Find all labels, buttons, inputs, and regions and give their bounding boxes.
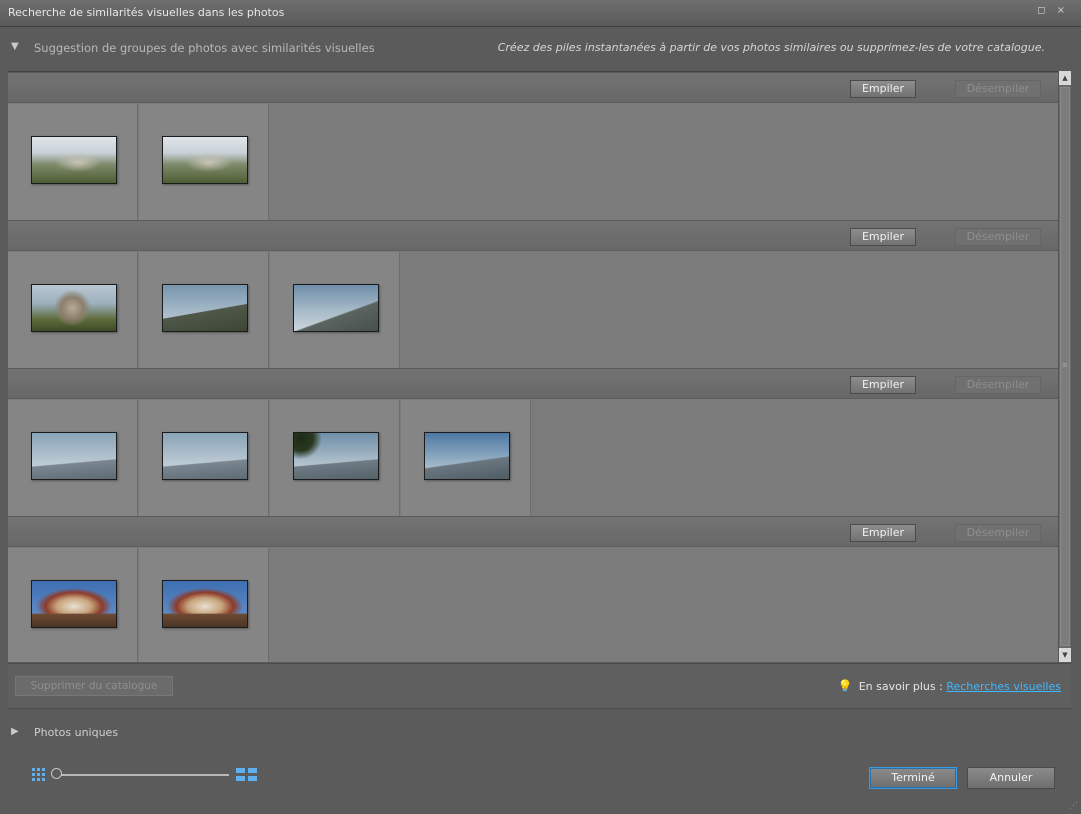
thumbnail-size-slider[interactable] [57,774,229,776]
suggestions-label: Suggestion de groupes de photos avec sim… [34,41,375,55]
lightbulb-icon: 💡 [837,679,853,693]
stack-button[interactable]: Empiler [850,228,916,246]
suggestions-footer: Supprimer du catalogue 💡 En savoir plus :… [8,663,1071,709]
group-toolbar: Empiler Désempiler [8,516,1058,547]
photo-thumbnail[interactable] [424,432,510,480]
learn-more: 💡 En savoir plus : Recherches visuelles [838,679,1061,693]
group-thumbnails [8,548,1058,662]
unique-photos-header[interactable]: ▶ Photos uniques [0,723,400,743]
thumbnail-cell[interactable] [270,400,400,516]
unstack-button[interactable]: Désempiler [955,376,1041,394]
resize-grip-icon[interactable]: ⋰ [1069,801,1078,811]
thumbnail-cell[interactable] [8,548,138,662]
photo-group: Empiler Désempiler [8,220,1058,368]
scroll-up-icon[interactable]: ▲ [1059,71,1071,85]
expand-triangle-icon[interactable]: ▶ [11,726,19,737]
thumbnail-cell[interactable] [8,104,138,220]
photo-thumbnail[interactable] [31,580,117,628]
photo-group: Empiler Désempiler [8,72,1058,220]
stack-button[interactable]: Empiler [850,524,916,542]
large-thumbnails-icon[interactable] [236,768,258,782]
unique-photos-label: Photos uniques [34,726,119,739]
photo-thumbnail[interactable] [293,284,379,332]
suggestions-header: ▼ Suggestion de groupes de photos avec s… [0,28,1081,70]
photo-thumbnail[interactable] [31,432,117,480]
group-toolbar: Empiler Désempiler [8,72,1058,103]
window-controls[interactable]: ◻ × [1037,5,1069,16]
done-button[interactable]: Terminé [869,767,957,789]
thumbnail-cell[interactable] [8,252,138,368]
thumbnail-cell[interactable] [401,400,531,516]
suggestions-hint: Créez des piles instantanées à partir de… [497,41,1045,54]
thumbnail-cell[interactable] [139,400,269,516]
photo-thumbnail[interactable] [162,136,248,184]
group-toolbar: Empiler Désempiler [8,220,1058,251]
groups-panel: Empiler Désempiler Empiler Désempiler Em… [8,71,1058,662]
photo-group: Empiler Désempiler [8,368,1058,516]
scroll-down-icon[interactable]: ▼ [1059,648,1071,662]
collapse-triangle-icon[interactable]: ▼ [11,41,19,52]
thumbnail-cell[interactable] [139,548,269,662]
scrollbar-grip-icon: ≡ [1062,361,1068,369]
unstack-button[interactable]: Désempiler [955,228,1041,246]
slider-knob[interactable] [51,768,62,779]
stack-button[interactable]: Empiler [850,80,916,98]
photo-thumbnail[interactable] [162,432,248,480]
photo-group: Empiler Désempiler [8,516,1058,662]
group-toolbar: Empiler Désempiler [8,368,1058,399]
remove-from-catalog-button[interactable]: Supprimer du catalogue [15,676,173,696]
learn-more-label: En savoir plus : [858,680,947,693]
thumbnail-cell[interactable] [8,400,138,516]
photo-thumbnail[interactable] [31,284,117,332]
photo-thumbnail[interactable] [293,432,379,480]
thumbnail-cell[interactable] [139,104,269,220]
stack-button[interactable]: Empiler [850,376,916,394]
group-thumbnails [8,104,1058,220]
group-thumbnails [8,252,1058,368]
unstack-button[interactable]: Désempiler [955,524,1041,542]
title-bar: Recherche de similarités visuelles dans … [0,0,1081,27]
photo-thumbnail[interactable] [162,284,248,332]
cancel-button[interactable]: Annuler [967,767,1055,789]
thumbnail-cell[interactable] [139,252,269,368]
thumbnail-cell[interactable] [270,252,400,368]
vertical-scrollbar[interactable]: ▲ ≡ ▼ [1058,71,1071,662]
photo-thumbnail[interactable] [162,580,248,628]
small-thumbnails-icon[interactable] [32,768,45,781]
window-title: Recherche de similarités visuelles dans … [8,6,285,19]
photo-thumbnail[interactable] [31,136,117,184]
unstack-button[interactable]: Désempiler [955,80,1041,98]
group-thumbnails [8,400,1058,516]
visual-search-link[interactable]: Recherches visuelles [946,680,1061,693]
